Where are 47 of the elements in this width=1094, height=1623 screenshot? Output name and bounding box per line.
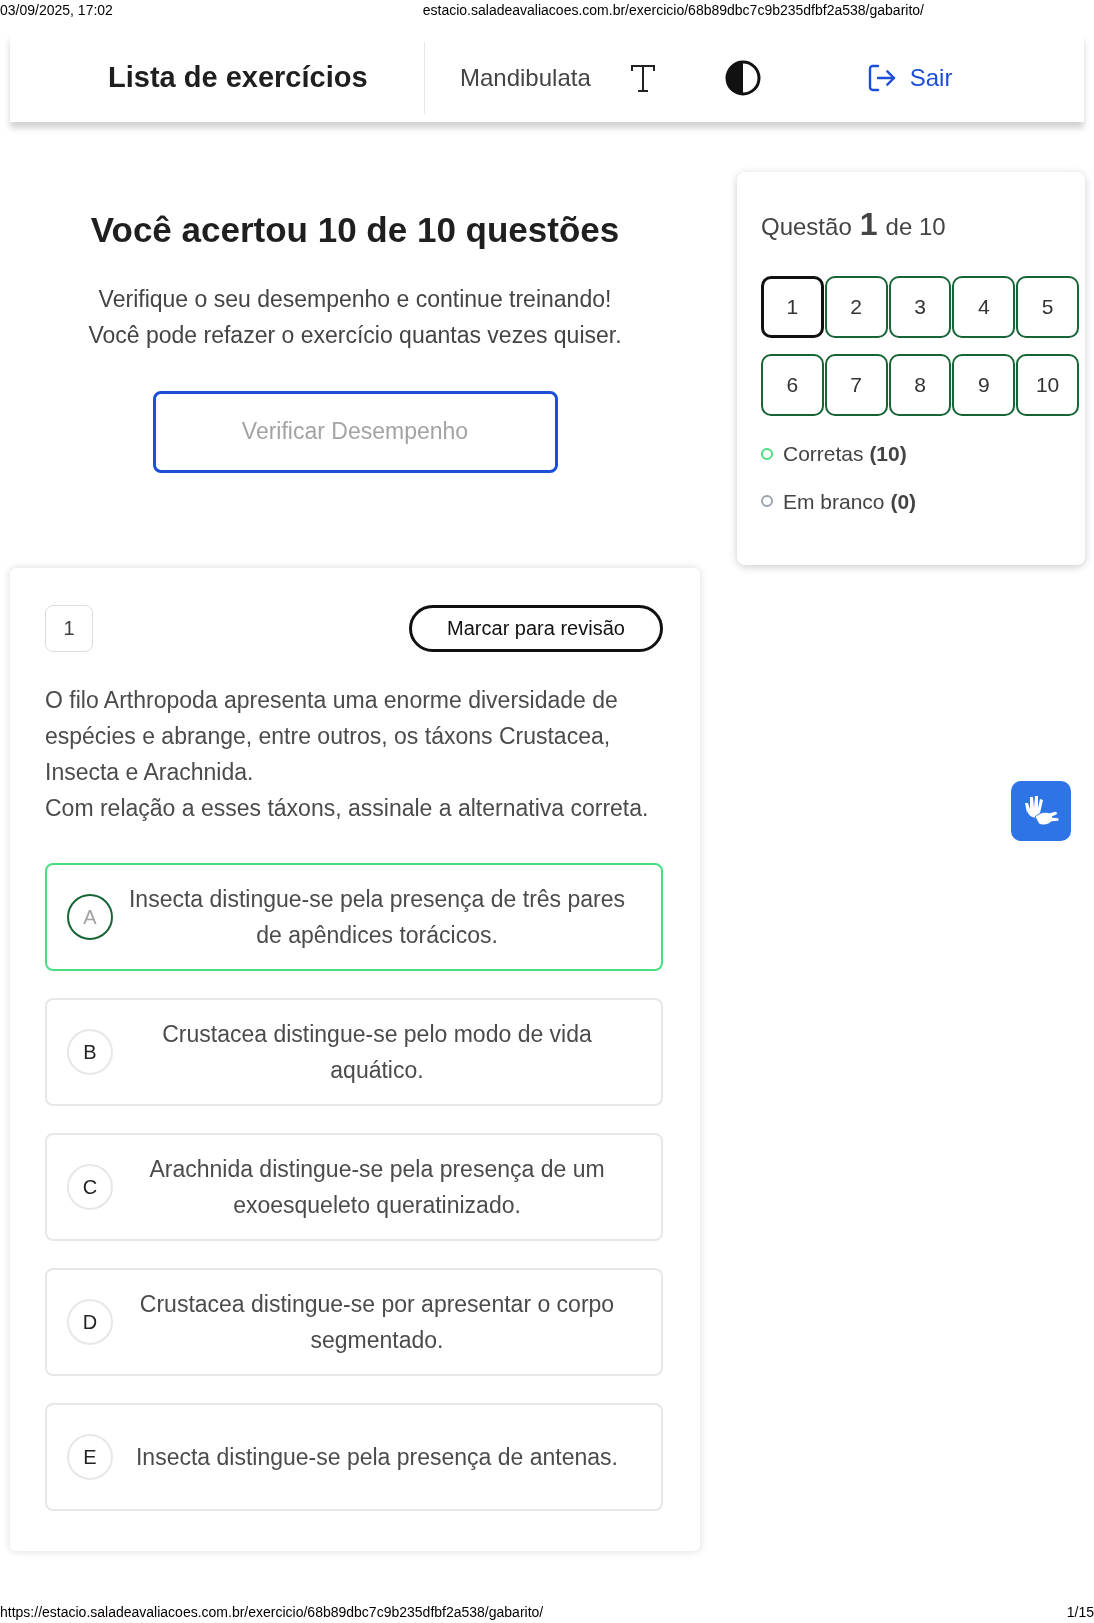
question-nav-button[interactable]: 9 (952, 354, 1016, 416)
option-letter: E (67, 1433, 113, 1480)
subject-name: Mandibulata (460, 63, 591, 93)
option-text: Crustacea distingue-se pelo modo de vida aquático. (161, 1019, 593, 1085)
sign-language-button[interactable] (1011, 781, 1071, 841)
question-text: O filo Arthropoda apresenta uma enorme diversidade de espécies e abrange, entre outros, os táxons Crustacea, Insecta e Arachnida. (45, 685, 619, 787)
legend-label: Corretas (10) (783, 441, 907, 467)
question-nav-button[interactable]: 5 (1016, 276, 1079, 338)
print-url: estacio.saladeavaliacoes.com.br/exercicio/68b89dbc7c9b235dfbf2a538/gabarito/ (422, 1, 924, 20)
option-letter: C (67, 1163, 113, 1210)
answer-option[interactable]: B Crustacea distingue-se pelo modo de vida aquático. (45, 997, 663, 1106)
review-button[interactable]: Marcar para revisão (409, 604, 663, 652)
option-text: Insecta distingue-se pela presença de antenas. (134, 1442, 619, 1472)
print-footer-url: https://estacio.saladeavaliacoes.com.br/exercicio/68b89dbc7c9b235dfbf2a538/gabarito/ (0, 1603, 544, 1622)
logout-button[interactable]: Sair (865, 60, 953, 96)
option-text: Insecta distingue-se pela presença de três pares de apêndices torácicos. (127, 884, 627, 950)
question-nav-button[interactable]: 10 (1016, 354, 1079, 416)
answer-option[interactable]: C Arachnida distingue-se pela presença de um exoesqueleto queratinizado. (45, 1132, 663, 1241)
text-size-icon[interactable] (628, 63, 657, 93)
answer-option[interactable]: D Crustacea distingue-se por apresentar o corpo segmentado. (45, 1267, 663, 1376)
option-text: Arachnida distingue-se pela presença de um exoesqueleto queratinizado. (148, 1154, 606, 1220)
option-letter: D (67, 1298, 113, 1345)
page-title: Lista de exercícios (108, 60, 369, 96)
option-letter: A (67, 893, 113, 940)
question-nav-button[interactable]: 3 (888, 276, 952, 338)
question-nav-button[interactable]: 7 (824, 354, 888, 416)
question-text: Com relação a esses táxons, assinale a alternativa correta. (45, 793, 650, 823)
question-counter-label: Questão (761, 212, 852, 242)
result-title: Você acertou 10 de 10 questões (90, 209, 620, 251)
result-subtitle: Verifique o seu desempenho e continue treinando! (98, 284, 612, 314)
option-text: Crustacea distingue-se por apresentar o corpo segmentado. (138, 1289, 616, 1355)
page-number: 1/15 (1066, 1603, 1094, 1622)
answer-option[interactable]: E Insecta distingue-se pela presença de antenas. (45, 1402, 663, 1511)
legend-label: Em branco (0) (783, 488, 917, 515)
result-subtitle: Você pode refazer o exercício quantas vezes quiser. (88, 320, 622, 350)
print-date: 03/09/2025, 17:02 (0, 1, 113, 20)
question-number: 1 (45, 604, 93, 652)
option-letter: B (67, 1028, 113, 1075)
question-nav-button[interactable]: 2 (824, 276, 888, 338)
current-question: 1 (859, 205, 878, 244)
contrast-icon[interactable] (724, 60, 761, 96)
question-nav-button[interactable]: 8 (888, 354, 952, 416)
question-nav-button[interactable]: 1 (761, 276, 824, 338)
answer-option[interactable]: A Insecta distingue-se pela presença de três pares de apêndices torácicos. (45, 862, 663, 971)
question-total: de 10 (885, 212, 946, 242)
question-nav-button[interactable]: 4 (952, 276, 1016, 338)
question-nav-button[interactable]: 6 (761, 354, 824, 416)
